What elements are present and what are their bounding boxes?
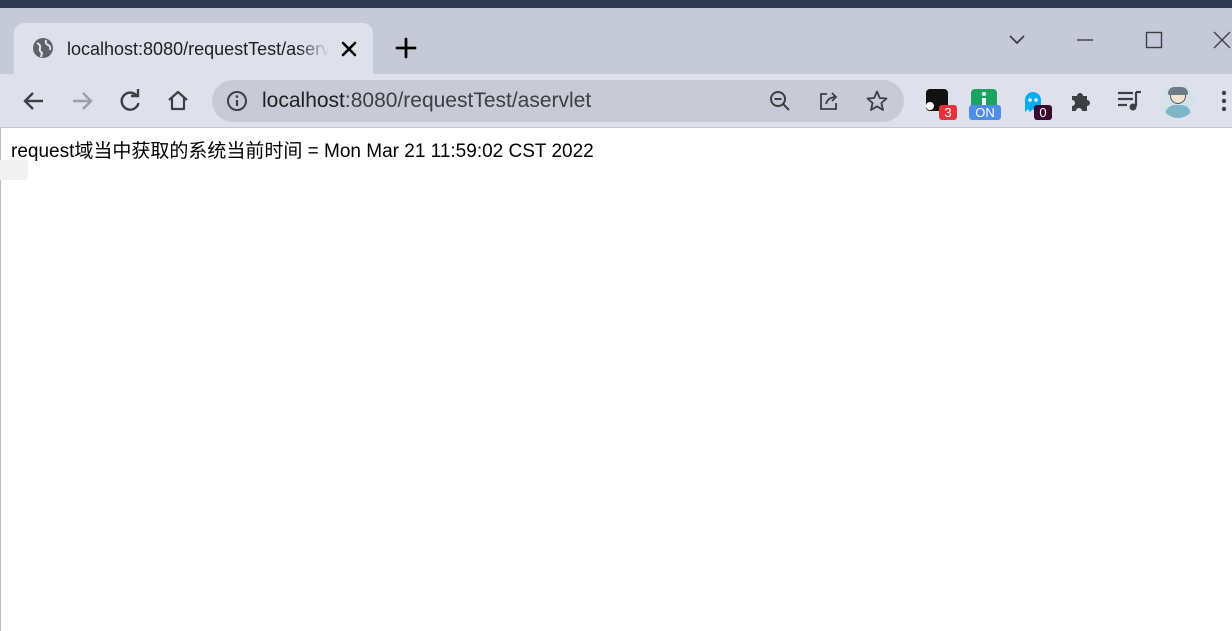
share-icon[interactable]	[817, 89, 841, 113]
forward-icon[interactable]	[68, 87, 96, 115]
window-top-edge	[0, 0, 1232, 8]
extension-green-icon[interactable]: ON	[969, 86, 1001, 120]
plus-icon[interactable]	[394, 36, 418, 60]
page-body-text: request域当中获取的系统当前时间 = Mon Mar 21 11:59:0…	[11, 141, 594, 162]
extension-badge: 0	[1034, 105, 1052, 120]
profile-avatar-icon[interactable]	[1161, 84, 1195, 118]
extension-badge: ON	[969, 105, 1001, 120]
extension-badge: 3	[939, 105, 957, 120]
title-bar: localhost:8080/requestTest/aservlet	[0, 8, 1232, 82]
url-text[interactable]: localhost:8080/requestTest/aservlet	[262, 88, 591, 114]
url-host: localhost	[262, 89, 345, 112]
address-bar[interactable]: localhost:8080/requestTest/aservlet	[212, 80, 904, 122]
minimize-icon[interactable]	[1073, 28, 1097, 52]
home-icon[interactable]	[164, 87, 192, 115]
puzzle-extensions-icon[interactable]	[1068, 88, 1094, 114]
tab-title: localhost:8080/requestTest/aservlet	[67, 39, 329, 59]
zoom-out-icon[interactable]	[768, 89, 792, 113]
browser-toolbar: localhost:8080/requestTest/aservlet 3 ON…	[0, 74, 1232, 128]
maximize-icon[interactable]	[1142, 28, 1166, 52]
window-left-border	[0, 128, 1, 631]
media-playlist-icon[interactable]	[1115, 88, 1143, 114]
back-icon[interactable]	[20, 87, 48, 115]
ghostery-ghost-icon[interactable]: 0	[1020, 86, 1052, 120]
reload-icon[interactable]	[116, 87, 144, 115]
close-window-icon[interactable]	[1210, 28, 1232, 52]
tab-close-icon[interactable]	[339, 39, 359, 59]
info-icon[interactable]	[226, 90, 248, 112]
globe-icon	[33, 38, 53, 58]
tab-search-icon[interactable]	[1005, 28, 1029, 52]
bookmark-star-icon[interactable]	[865, 89, 889, 113]
more-menu-icon[interactable]	[1218, 88, 1230, 114]
url-path: :8080/requestTest/aservlet	[344, 89, 592, 112]
extension-black-icon[interactable]: 3	[924, 86, 957, 120]
